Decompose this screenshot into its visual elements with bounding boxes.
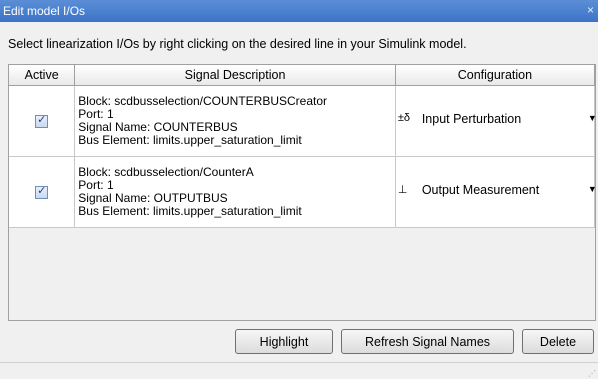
header-active[interactable]: Active bbox=[9, 65, 76, 86]
checkmark-icon: ✓ bbox=[37, 114, 47, 127]
configuration-dropdown[interactable]: ⊥ Output Measurement ▼ bbox=[398, 182, 598, 201]
resize-grip-icon[interactable]: ⋰ bbox=[588, 369, 596, 378]
io-table: Active Signal Description Configuration … bbox=[8, 64, 597, 321]
delete-button[interactable]: Delete bbox=[522, 329, 594, 354]
input-perturbation-icon: ±δ bbox=[397, 112, 410, 124]
header-signal-description[interactable]: Signal Description bbox=[74, 65, 396, 86]
refresh-signal-names-button[interactable]: Refresh Signal Names bbox=[341, 329, 514, 354]
block-text: Block: scdbusselection/CounterA bbox=[78, 165, 254, 179]
bus-element-text: Bus Element: limits.upper_saturation_lim… bbox=[78, 204, 302, 218]
window-title: Edit model I/Os bbox=[3, 4, 86, 18]
chevron-down-icon[interactable]: ▼ bbox=[588, 113, 597, 123]
chevron-down-icon[interactable]: ▼ bbox=[588, 184, 597, 194]
configuration-value: Input Perturbation bbox=[421, 112, 522, 126]
table-row[interactable]: ✓ Block: scdbusselection/CounterA Port: … bbox=[9, 156, 597, 228]
instruction-text: Select linearization I/Os by right click… bbox=[8, 37, 467, 51]
signal-description-cell: Block: scdbusselection/COUNTERBUSCreator… bbox=[74, 85, 396, 157]
checkmark-icon: ✓ bbox=[37, 185, 47, 198]
configuration-cell: ±δ Input Perturbation ▼ bbox=[395, 85, 597, 157]
active-checkbox[interactable]: ✓ bbox=[35, 114, 49, 129]
bus-element-text: Bus Element: limits.upper_saturation_lim… bbox=[78, 133, 302, 147]
status-bar: ⋰ bbox=[0, 362, 598, 379]
active-checkbox[interactable]: ✓ bbox=[35, 185, 49, 200]
close-icon[interactable]: × bbox=[587, 3, 594, 17]
configuration-dropdown[interactable]: ±δ Input Perturbation ▼ bbox=[398, 111, 598, 130]
output-measurement-icon: ⊥ bbox=[397, 184, 408, 196]
header-configuration[interactable]: Configuration bbox=[395, 65, 596, 86]
active-cell: ✓ bbox=[9, 85, 76, 157]
signal-description-cell: Block: scdbusselection/CounterA Port: 1 … bbox=[74, 156, 396, 228]
block-text: Block: scdbusselection/COUNTERBUSCreator bbox=[78, 94, 328, 108]
configuration-value: Output Measurement bbox=[421, 183, 540, 197]
configuration-cell: ⊥ Output Measurement ▼ bbox=[395, 156, 597, 228]
table-row[interactable]: ✓ Block: scdbusselection/COUNTERBUSCreat… bbox=[9, 85, 597, 157]
highlight-button[interactable]: Highlight bbox=[235, 329, 333, 354]
active-cell: ✓ bbox=[9, 156, 76, 228]
title-bar: Edit model I/Os × bbox=[0, 0, 598, 22]
